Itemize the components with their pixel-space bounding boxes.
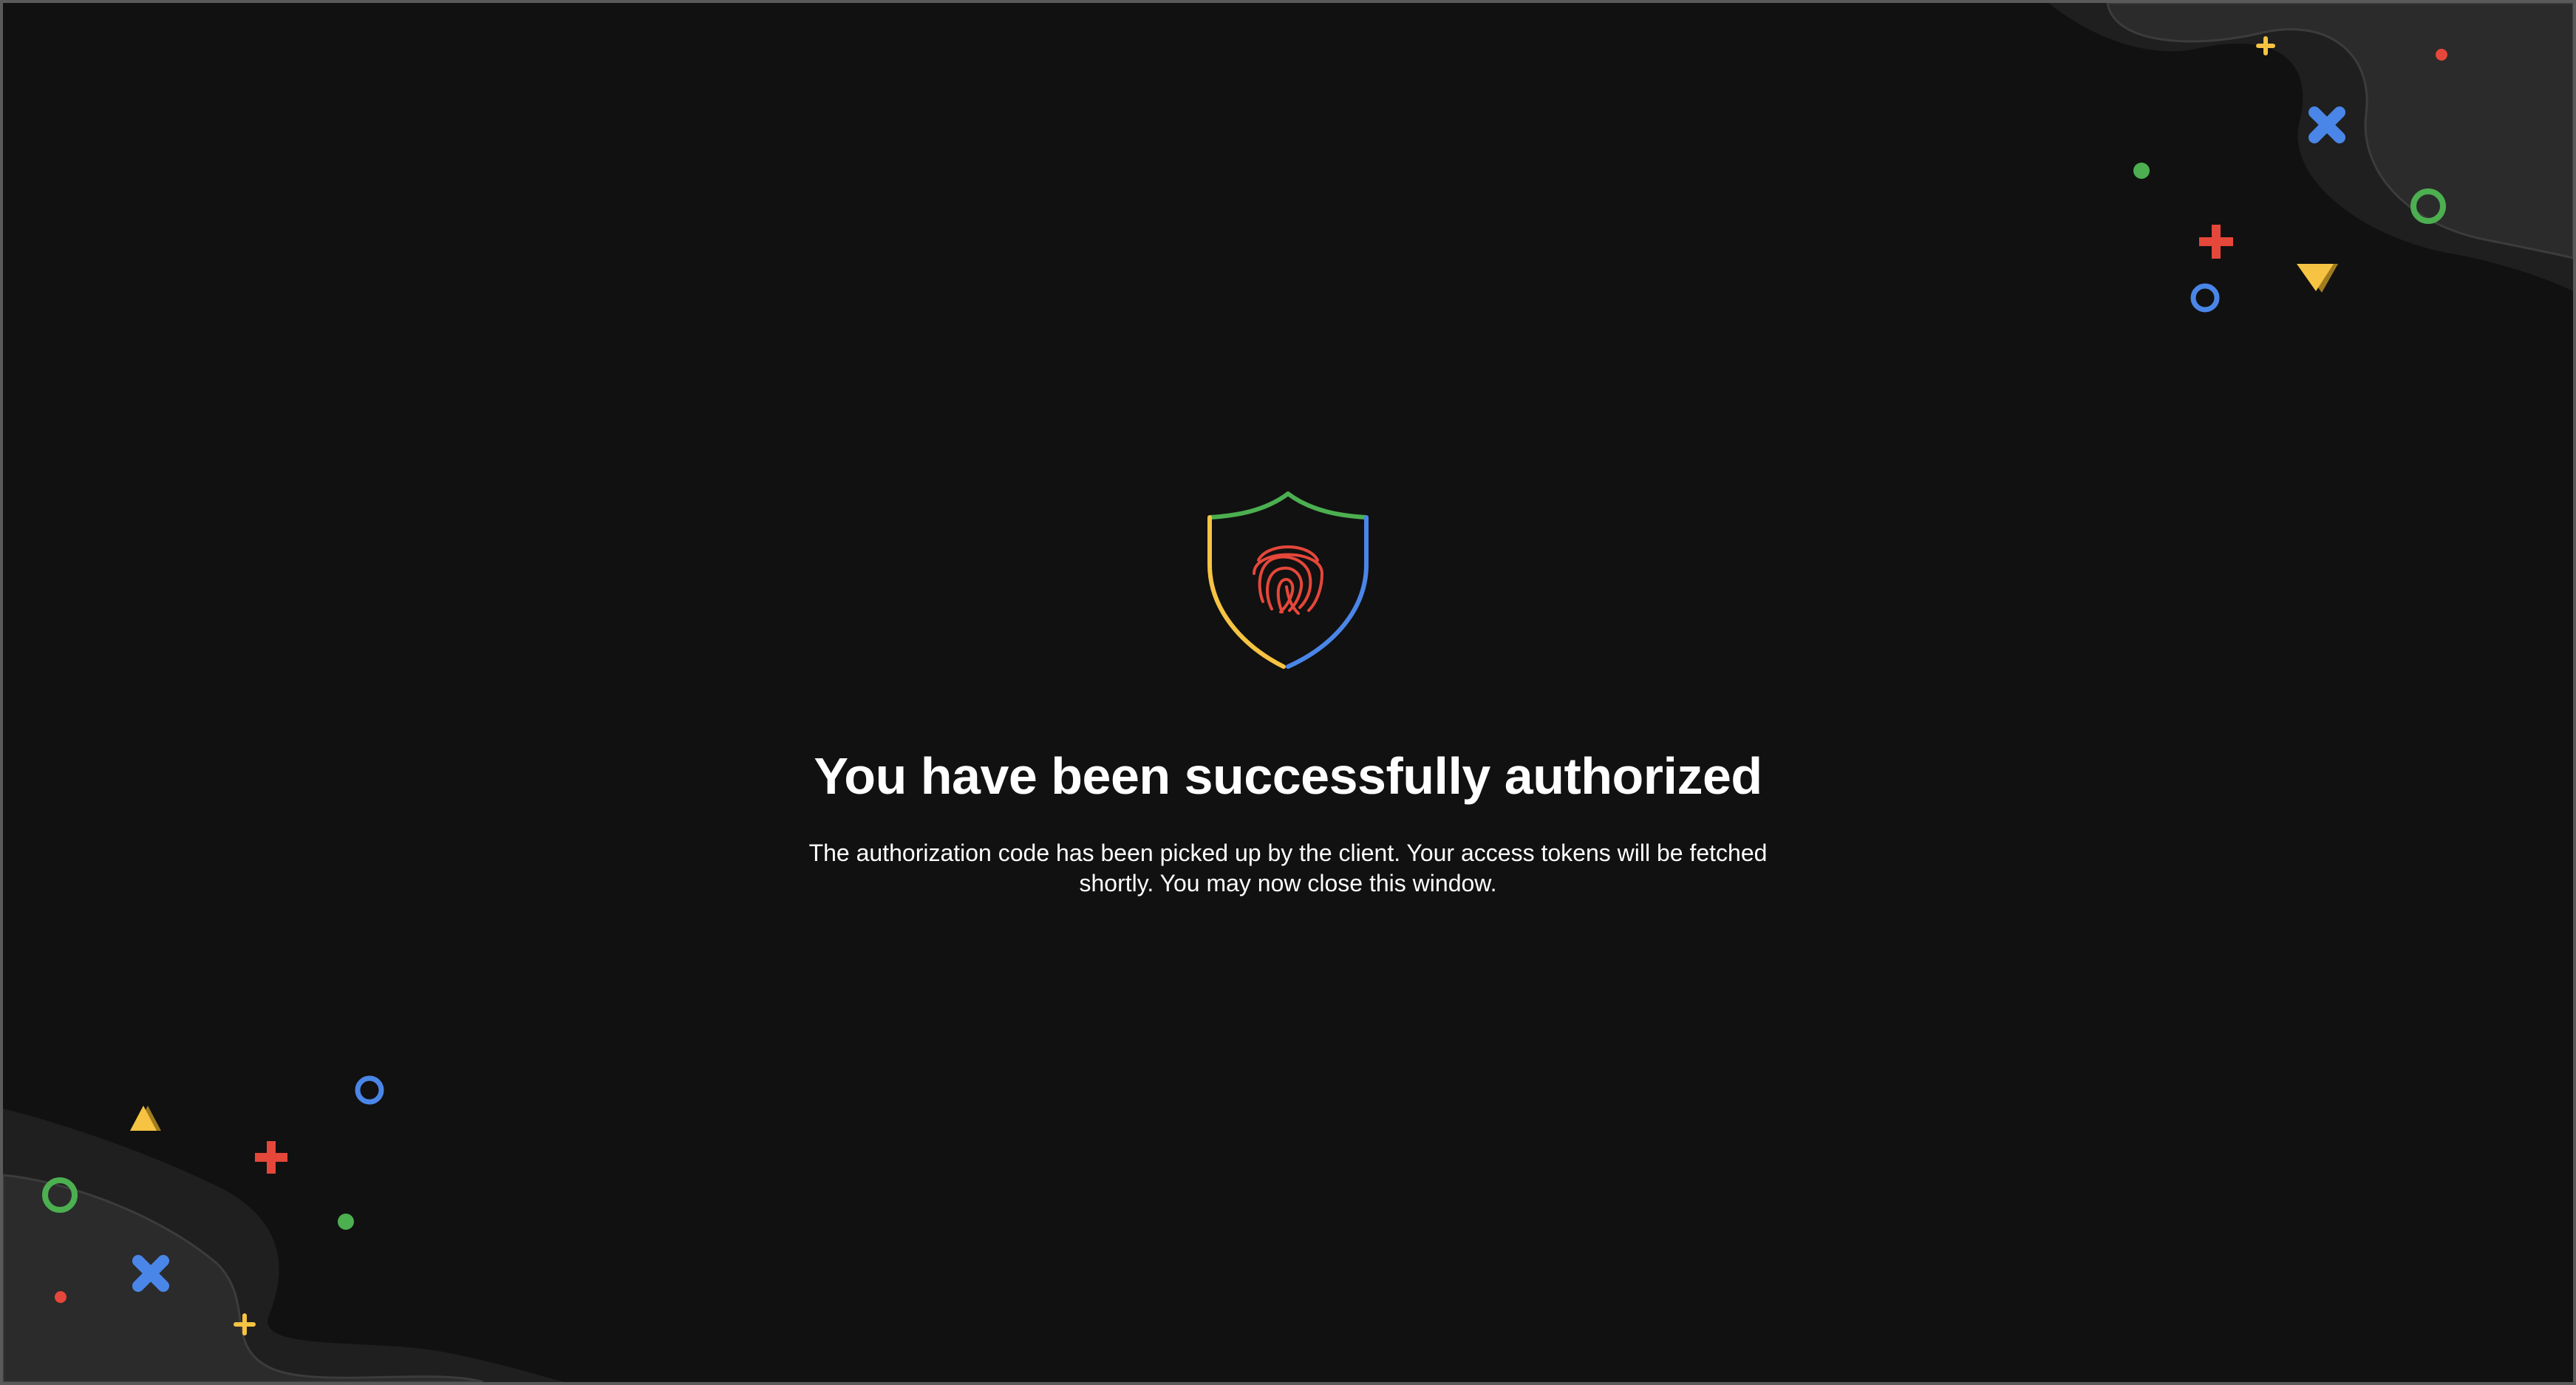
red-dot-icon — [55, 1291, 67, 1303]
blue-ring-icon — [2190, 283, 2220, 313]
shield-fingerprint-icon — [1207, 491, 1369, 669]
shield-top-edge — [1209, 491, 1367, 520]
bottom-left-decoration — [3, 1075, 565, 1382]
red-plus-icon — [2199, 225, 2233, 259]
auth-success-content: You have been successfully authorized Th… — [3, 491, 2573, 899]
green-dot-icon — [2133, 163, 2150, 179]
yellow-triangle-icon — [2297, 264, 2338, 293]
status-message: The authorization code has been picked u… — [808, 840, 1768, 896]
green-dot-icon — [338, 1214, 354, 1230]
red-dot-icon — [2436, 49, 2447, 61]
top-right-decoration — [2048, 3, 2573, 313]
blue-ring-icon — [355, 1075, 384, 1105]
fingerprint-icon — [1253, 545, 1324, 615]
auth-success-page: You have been successfully authorized Th… — [0, 0, 2576, 1385]
shield-left-edge — [1207, 515, 1286, 669]
red-plus-icon — [255, 1141, 287, 1174]
page-title: You have been successfully authorized — [814, 747, 1762, 805]
yellow-triangle-icon — [130, 1106, 161, 1131]
